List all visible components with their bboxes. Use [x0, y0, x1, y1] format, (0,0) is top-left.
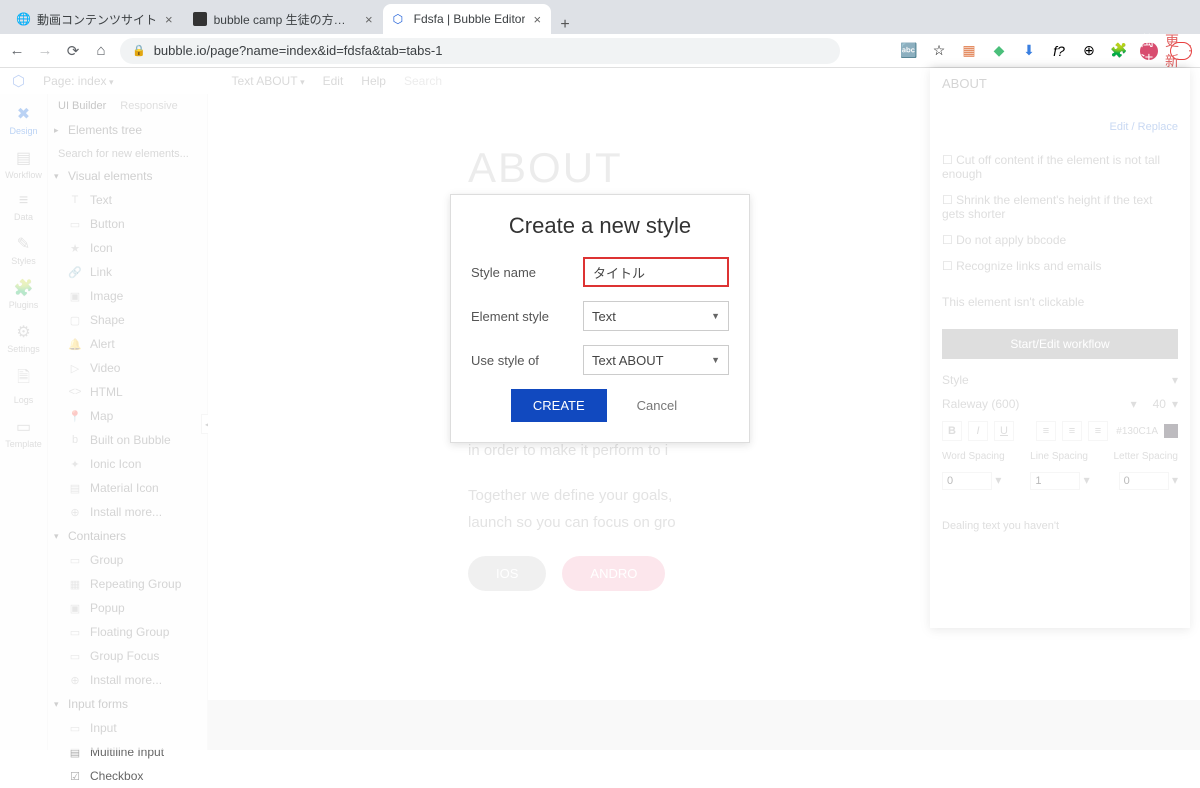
- update-button[interactable]: 更新⋮: [1170, 42, 1192, 60]
- ext-badge[interactable]: 萬法: [1140, 42, 1158, 60]
- bubble-editor: ⬡ Page: index Text ABOUT Edit Help Searc…: [0, 68, 1200, 750]
- close-icon[interactable]: ×: [165, 12, 173, 27]
- style-name-label: Style name: [471, 265, 583, 280]
- extensions-icon[interactable]: 🧩: [1110, 42, 1128, 60]
- back-button[interactable]: ←: [8, 42, 26, 59]
- use-style-select[interactable]: Text ABOUT▼: [583, 345, 729, 375]
- home-button[interactable]: ⌂: [92, 42, 110, 59]
- close-icon[interactable]: ×: [533, 12, 541, 27]
- tab-title: Fdsfa | Bubble Editor: [414, 12, 526, 26]
- ext-icon[interactable]: f?: [1050, 42, 1068, 60]
- extension-icons: 🔤 ☆ ▦ ◆ ⬇ f? ⊕ 🧩 萬法 更新⋮: [900, 42, 1192, 60]
- element-style-label: Element style: [471, 309, 583, 324]
- url-text: bubble.io/page?name=index&id=fdsfa&tab=t…: [154, 43, 443, 58]
- cancel-button[interactable]: Cancel: [625, 389, 689, 422]
- style-name-input[interactable]: タイトル: [583, 257, 729, 287]
- browser-tab-2[interactable]: ⬡ Fdsfa | Bubble Editor ×: [383, 4, 551, 34]
- use-style-label: Use style of: [471, 353, 583, 368]
- new-tab-button[interactable]: +: [551, 16, 579, 34]
- chevron-down-icon: ▼: [711, 355, 720, 365]
- tab-title: bubble camp 生徒の方々からい…: [214, 11, 357, 28]
- forward-button[interactable]: →: [36, 42, 54, 59]
- close-icon[interactable]: ×: [365, 12, 373, 27]
- modal-title: Create a new style: [471, 213, 729, 239]
- translate-icon[interactable]: 🔤: [900, 42, 918, 60]
- star-icon[interactable]: ☆: [930, 42, 948, 60]
- checkbox-icon: ☑: [68, 770, 82, 783]
- tab-title: 動画コンテンツサイト: [37, 11, 157, 28]
- browser-tab-1[interactable]: bubble camp 生徒の方々からい… ×: [183, 4, 383, 34]
- browser-toolbar: ← → ⟳ ⌂ 🔒 bubble.io/page?name=index&id=f…: [0, 34, 1200, 68]
- ext-icon[interactable]: ⬇: [1020, 42, 1038, 60]
- lock-icon: 🔒: [132, 44, 146, 57]
- reload-button[interactable]: ⟳: [64, 42, 82, 60]
- browser-tab-0[interactable]: 🌐 動画コンテンツサイト ×: [6, 4, 183, 34]
- ext-icon[interactable]: ▦: [960, 42, 978, 60]
- browser-tabs: 🌐 動画コンテンツサイト × bubble camp 生徒の方々からい… × ⬡…: [0, 0, 1200, 34]
- element-style-select[interactable]: Text▼: [583, 301, 729, 331]
- address-bar[interactable]: 🔒 bubble.io/page?name=index&id=fdsfa&tab…: [120, 38, 840, 64]
- create-style-modal: Create a new style Style name タイトル Eleme…: [450, 194, 750, 443]
- element-checkbox[interactable]: ☑Checkbox: [48, 764, 207, 788]
- site-icon: [193, 12, 207, 26]
- create-button[interactable]: CREATE: [511, 389, 607, 422]
- ext-icon[interactable]: ◆: [990, 42, 1008, 60]
- bubble-icon: ⬡: [393, 12, 407, 26]
- chevron-down-icon: ▼: [711, 311, 720, 321]
- ext-icon[interactable]: ⊕: [1080, 42, 1098, 60]
- globe-icon: 🌐: [16, 12, 30, 26]
